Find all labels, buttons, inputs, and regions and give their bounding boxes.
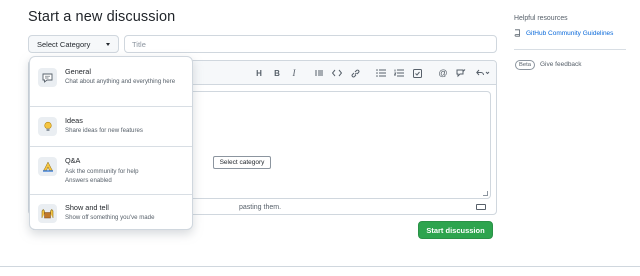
bold-icon[interactable]: B <box>271 67 283 79</box>
mention-icon[interactable]: @ <box>437 67 449 79</box>
category-dropdown: General Chat about anything and everythi… <box>29 56 193 230</box>
sidebar-divider <box>514 49 626 50</box>
lightbulb-icon <box>38 117 57 136</box>
caret-down-icon <box>106 43 110 46</box>
numbered-list-icon[interactable] <box>393 67 405 79</box>
select-category-tooltip: Select category <box>213 156 271 169</box>
community-guidelines-link[interactable]: GitHub Community Guidelines <box>514 29 613 37</box>
category-item-qa[interactable]: Q&A Ask the community for help Answers e… <box>30 147 192 195</box>
start-discussion-button[interactable]: Start discussion <box>418 221 493 239</box>
task-list-icon[interactable] <box>411 67 423 79</box>
answers-enabled-text: Answers enabled <box>65 177 112 184</box>
sidebar-heading: Helpful resources <box>514 15 568 22</box>
italic-icon[interactable]: I <box>288 67 300 79</box>
undo-icon[interactable] <box>475 67 491 79</box>
category-description: Show off something you've made <box>65 214 155 221</box>
category-item-show-and-tell[interactable]: Show and tell Show off something you've … <box>30 195 192 231</box>
speech-bubble-icon <box>38 68 57 87</box>
community-guidelines-label: GitHub Community Guidelines <box>526 29 614 37</box>
page-title: Start a new discussion <box>28 9 176 25</box>
quote-icon[interactable] <box>313 67 325 79</box>
raised-hands-icon <box>38 204 57 223</box>
attach-files-text: pasting them. <box>239 204 282 211</box>
pray-icon <box>38 157 57 176</box>
code-icon[interactable] <box>331 67 343 79</box>
resize-handle-icon[interactable] <box>483 191 488 196</box>
link-icon[interactable] <box>349 67 361 79</box>
category-name: Ideas <box>65 116 83 125</box>
select-category-button[interactable]: Select Category <box>28 35 119 53</box>
heading-icon[interactable]: H <box>253 67 265 79</box>
category-description: Ask the community for help <box>65 168 139 175</box>
category-name: Show and tell <box>65 203 109 212</box>
title-input[interactable] <box>124 35 497 53</box>
category-description: Share ideas for new features <box>65 127 143 134</box>
markdown-icon <box>476 204 486 210</box>
beta-badge: Beta <box>515 60 535 70</box>
category-name: General <box>65 67 91 76</box>
category-item-general[interactable]: General Chat about anything and everythi… <box>30 57 192 107</box>
bulleted-list-icon[interactable] <box>375 67 387 79</box>
footer-divider <box>0 266 640 267</box>
select-category-label: Select Category <box>37 39 91 49</box>
category-name: Q&A <box>65 156 81 165</box>
category-description: Chat about anything and everything here <box>65 78 176 85</box>
category-item-ideas[interactable]: Ideas Share ideas for new features <box>30 107 192 147</box>
book-icon <box>514 29 520 37</box>
reference-icon[interactable] <box>455 67 467 79</box>
give-feedback-link[interactable]: Give feedback <box>540 61 582 68</box>
